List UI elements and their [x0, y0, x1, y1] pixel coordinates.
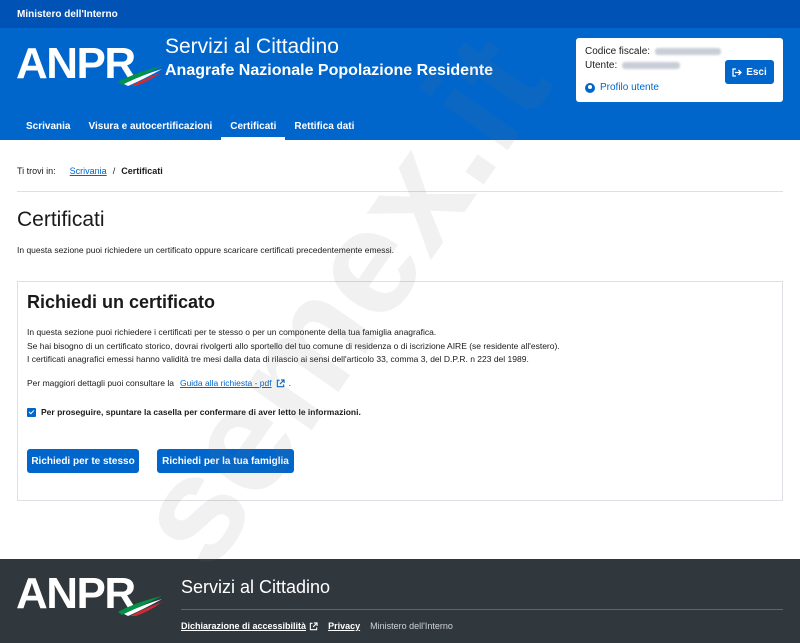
page-title: Certificati	[17, 208, 105, 231]
card-info-text: In questa sezione puoi richiedere i cert…	[27, 326, 560, 367]
privacy-link[interactable]: Privacy	[328, 621, 360, 631]
service-subtitle: Anagrafe Nazionale Popolazione Residente	[165, 62, 494, 79]
footer-title: Servizi al Cittadino	[181, 577, 331, 597]
top-bar: Ministero dell'Interno	[0, 0, 800, 28]
confirm-read-row[interactable]: Per proseguire, spuntare la casella per …	[27, 407, 361, 417]
page-description: In questa sezione puoi richiedere un cer…	[17, 245, 395, 255]
header: ANPR Servizi al Cittadino Anagrafe Nazio…	[0, 28, 800, 140]
confirm-read-checkbox[interactable]	[27, 407, 36, 417]
fiscal-code-value-redacted	[655, 47, 722, 55]
nav-item-scrivania[interactable]: Scrivania	[17, 112, 79, 140]
breadcrumb: Ti trovi in: Scrivania / Certificati	[17, 166, 163, 176]
breadcrumb-home-link[interactable]: Scrivania	[70, 166, 107, 176]
nav-label: Rettifica dati	[294, 120, 355, 132]
external-link-icon	[309, 621, 318, 630]
nav-label: Visura e autocertificazioni	[88, 120, 213, 132]
accessibility-label: Dichiarazione di accessibilità	[181, 621, 307, 631]
footer-anpr-logo: ANPR	[16, 572, 164, 634]
request-self-button[interactable]: Richiedi per te stesso	[27, 449, 139, 473]
nav-item-visura[interactable]: Visura e autocertificazioni	[79, 112, 221, 140]
user-icon	[585, 82, 595, 93]
brand[interactable]: ANPR	[16, 42, 164, 104]
logout-button[interactable]: Esci	[725, 60, 774, 84]
nav-label: Certificati	[230, 120, 277, 132]
card-title: Richiedi un certificato	[27, 292, 216, 312]
guide-prefix: Per maggiori dettagli puoi consultare la	[27, 378, 174, 388]
external-link-icon	[276, 378, 285, 387]
user-name-redacted	[622, 61, 681, 69]
ministry-label: Ministero dell'Interno	[17, 8, 118, 20]
info-line: Se hai bisogno di un certificato storico…	[27, 340, 560, 351]
breadcrumb-separator: /	[112, 166, 116, 176]
logout-icon	[732, 67, 743, 77]
info-line: I certificati anagrafici emessi hanno va…	[27, 354, 529, 364]
guide-row: Per maggiori dettagli puoi consultare la…	[27, 378, 291, 388]
breadcrumb-prefix: Ti trovi in:	[17, 166, 56, 176]
user-box: Codice fiscale: Utente: Profilo utente E…	[576, 38, 783, 102]
flag-swoosh-icon	[118, 66, 162, 86]
footer-links: Dichiarazione di accessibilità Privacy M…	[181, 621, 453, 631]
nav-item-rettifica[interactable]: Rettifica dati	[285, 112, 363, 140]
request-certificate-card: Richiedi un certificato In questa sezion…	[17, 281, 783, 501]
footer-ministry: Ministero dell'Interno	[370, 621, 453, 631]
footer: ANPR Servizi al Cittadino Dichiarazione …	[0, 559, 800, 643]
profile-label: Profilo utente	[600, 82, 659, 93]
nav-item-certificati[interactable]: Certificati	[221, 112, 286, 140]
fiscal-code-label: Codice fiscale:	[585, 45, 651, 57]
brand-titles: Servizi al Cittadino Anagrafe Nazionale …	[165, 34, 493, 82]
breadcrumb-divider	[17, 191, 783, 192]
user-label: Utente:	[585, 59, 618, 71]
fiscal-code-row: Codice fiscale:	[585, 44, 774, 58]
profile-link[interactable]: Profilo utente	[585, 82, 659, 93]
flag-swoosh-icon	[118, 596, 162, 616]
logout-label: Esci	[746, 66, 767, 78]
request-family-button[interactable]: Richiedi per la tua famiglia	[157, 449, 294, 473]
service-title: Servizi al Cittadino	[165, 35, 339, 58]
confirm-read-label: Per proseguire, spuntare la casella per …	[41, 407, 361, 417]
main-nav: Scrivania Visura e autocertificazioni Ce…	[17, 112, 363, 140]
guide-suffix: .	[288, 378, 291, 388]
accessibility-link[interactable]: Dichiarazione di accessibilità	[181, 621, 318, 631]
guide-pdf-link[interactable]: Guida alla richiesta - pdf	[180, 378, 272, 388]
info-line: In questa sezione puoi richiedere i cert…	[27, 327, 437, 337]
footer-divider	[181, 609, 783, 610]
anpr-logo: ANPR	[16, 42, 164, 104]
breadcrumb-current: Certificati	[121, 166, 163, 176]
nav-label: Scrivania	[26, 120, 71, 132]
